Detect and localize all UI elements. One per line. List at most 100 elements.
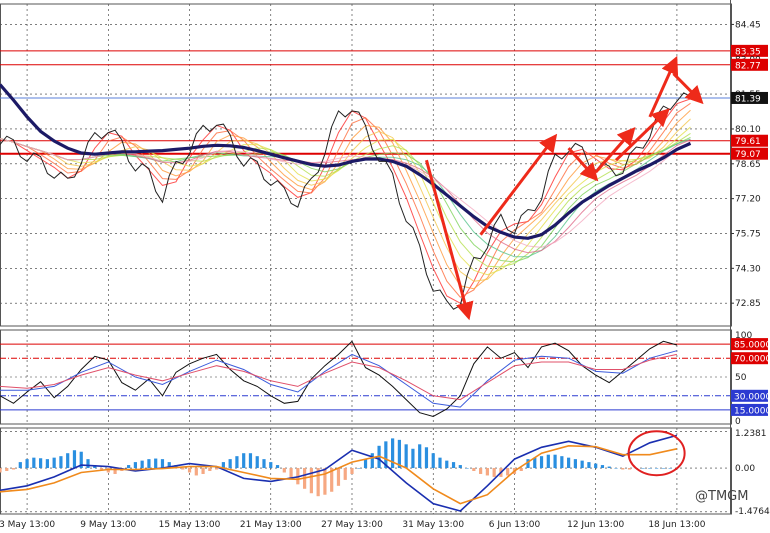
histogram-bar — [621, 468, 625, 470]
histogram-bar — [45, 459, 49, 469]
histogram-bar — [580, 460, 584, 469]
histogram-bar — [0, 468, 2, 473]
histogram-bar — [627, 468, 632, 470]
histogram-bar — [418, 444, 422, 469]
y-tick-label: 0.00 — [735, 464, 755, 474]
y-tick-label: 75.75 — [735, 229, 761, 239]
histogram-bar — [573, 459, 577, 469]
histogram-bar — [11, 468, 16, 470]
histogram-bar — [5, 468, 9, 471]
histogram-bar — [424, 447, 429, 469]
y-tick-label: 80.10 — [735, 125, 761, 135]
histogram-bar — [181, 468, 185, 470]
x-tick-label: 21 May 13:00 — [240, 520, 302, 530]
histogram-bar — [479, 468, 483, 474]
histogram-bar — [309, 468, 313, 494]
histogram-bar — [391, 438, 395, 469]
histogram-bar — [323, 468, 327, 495]
histogram-bar — [370, 453, 374, 469]
histogram-bar — [567, 457, 571, 469]
histogram-bar — [594, 463, 598, 469]
histogram-bar — [86, 459, 90, 469]
histogram-bar — [208, 468, 212, 471]
histogram-bar — [66, 453, 70, 469]
histogram-bar — [472, 468, 476, 471]
histogram-bar — [600, 465, 605, 469]
histogram-bar — [350, 468, 354, 474]
histogram-bar — [215, 468, 219, 470]
x-tick-label: 31 May 13:00 — [402, 520, 464, 530]
histogram-bar — [553, 454, 557, 469]
x-tick-label: 3 May 13:00 — [0, 520, 55, 530]
y-tick-label: 77.20 — [735, 195, 761, 205]
histogram-bar — [614, 468, 618, 469]
x-tick-label: 9 May 13:00 — [80, 520, 136, 530]
level-label: 79.61 — [735, 137, 761, 147]
histogram-bar — [661, 468, 665, 469]
histogram-bar — [357, 468, 361, 469]
histogram-bar — [133, 462, 137, 469]
oscillator-level-label: 85.0000 — [734, 341, 770, 351]
histogram-bar — [262, 459, 266, 469]
y-tick-label: 50 — [735, 373, 747, 383]
histogram-bar — [587, 462, 591, 469]
histogram-bar — [363, 459, 368, 469]
x-tick-label: 12 Jun 13:00 — [567, 520, 624, 530]
histogram-bar — [485, 468, 489, 476]
histogram-bar — [506, 468, 510, 476]
histogram-bar — [492, 468, 496, 477]
histogram-bar — [465, 468, 469, 469]
histogram-bar — [546, 454, 550, 469]
histogram-bar — [451, 462, 456, 469]
histogram-bar — [99, 468, 104, 470]
histogram-bar — [275, 465, 280, 469]
histogram-bar — [32, 457, 36, 469]
histogram-bar — [411, 448, 415, 469]
histogram-bar — [668, 468, 672, 469]
histogram-bar — [154, 458, 158, 469]
x-tick-label: 6 Jun 13:00 — [489, 520, 541, 530]
histogram-bar — [147, 459, 151, 469]
histogram-bar — [438, 457, 442, 469]
histogram-bar — [201, 468, 205, 474]
histogram-bar — [282, 468, 286, 473]
level-label: 81.39 — [735, 94, 761, 104]
histogram-bar — [248, 453, 253, 469]
level-label: 79.07 — [735, 150, 761, 160]
histogram-bar — [39, 458, 43, 469]
histogram-bar — [289, 468, 293, 479]
histogram-bar — [59, 456, 63, 469]
histogram-bar — [648, 468, 652, 469]
oscillator-level-label: 70.0000 — [734, 355, 770, 365]
histogram-bar — [235, 456, 239, 469]
oscillator-level-label: 15.0000 — [734, 406, 770, 416]
x-tick-label: 15 May 13:00 — [159, 520, 221, 530]
histogram-bar — [242, 453, 246, 469]
level-label: 82.77 — [735, 61, 761, 71]
histogram-bar — [336, 468, 341, 486]
price-chart: 3 May 13:00 9 May 13:00 15 May 13:00 21 May… — [0, 0, 770, 533]
oscillator-level-label: 30.0000 — [734, 392, 770, 402]
x-tick-label: 27 May 13:00 — [321, 520, 383, 530]
y-tick-label: 78.65 — [735, 160, 761, 170]
y-tick-label: 0 — [735, 417, 741, 427]
y-tick-label: -1.4764 — [735, 507, 770, 517]
histogram-bar — [140, 460, 144, 469]
histogram-bar — [25, 459, 29, 469]
histogram-bar — [519, 468, 523, 471]
histogram-bar — [458, 465, 462, 469]
y-tick-label: 72.85 — [735, 299, 761, 309]
histogram-bar — [445, 460, 449, 469]
histogram-bar — [404, 444, 408, 469]
watermark: @TMGM — [695, 489, 748, 504]
histogram-bar — [187, 468, 192, 473]
histogram-bar — [18, 462, 22, 469]
histogram-bar — [607, 466, 611, 469]
histogram-bar — [431, 453, 435, 469]
histogram-bar — [72, 450, 77, 469]
histogram-bar — [343, 468, 347, 480]
histogram-bar — [269, 462, 273, 469]
y-tick-label: 84.45 — [735, 20, 761, 30]
histogram-bar — [655, 468, 659, 469]
y-tick-label: 74.30 — [735, 264, 761, 274]
